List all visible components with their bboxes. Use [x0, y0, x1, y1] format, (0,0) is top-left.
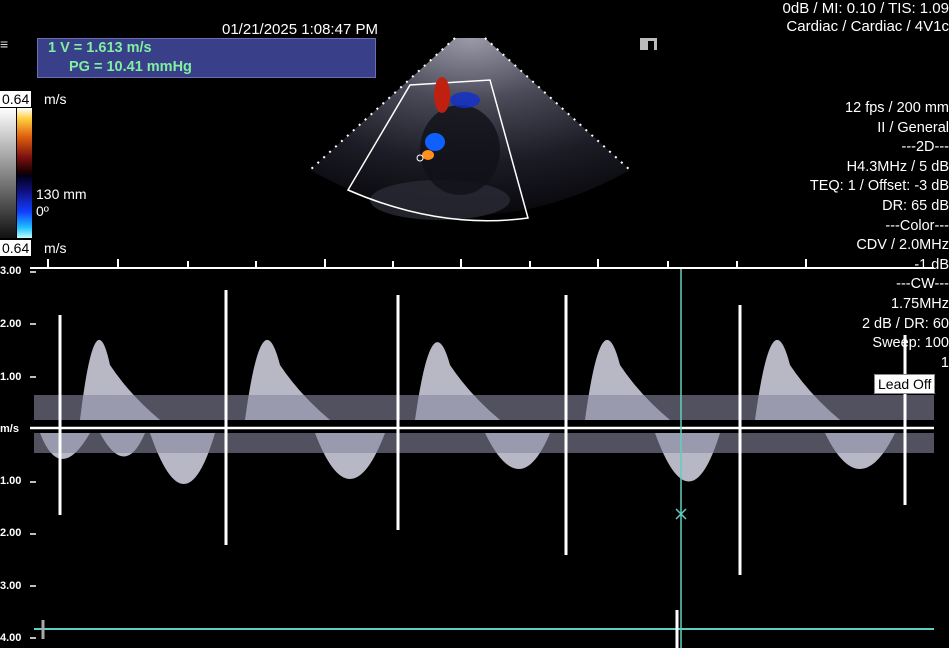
y-tick-label: 1.00 — [0, 371, 22, 383]
preset-line: Cardiac / Cardiac / 4V1c — [786, 18, 949, 35]
angle-readout: 0º — [36, 203, 49, 219]
param-line: ---Color--- — [885, 217, 949, 234]
color-velocity-scale — [17, 108, 32, 238]
param-line: Sweep: 100 — [872, 335, 949, 352]
grayscale-bar — [0, 108, 16, 238]
param-line: 2 dB / DR: 60 — [861, 315, 949, 332]
param-line: 1.75MHz — [890, 295, 949, 312]
param-line: 1 — [940, 354, 949, 371]
color-scale-unit-bottom: m/s — [44, 240, 67, 256]
param-line: ---CW--- — [896, 276, 949, 293]
probe-orientation-icon — [640, 38, 657, 50]
y-tick-label: 2.00 — [0, 318, 22, 330]
param-line: CDV / 2.0MHz — [856, 237, 949, 254]
param-line: -1 dB — [914, 256, 949, 273]
y-tick-label: 4.00 — [0, 632, 22, 644]
param-line: DR: 65 dB — [882, 197, 949, 214]
param-line: 12 fps / 200 mm — [845, 100, 949, 116]
acoustic-output-info: 0dB / MI: 0.10 / TIS: 1.09 Cardiac / Car… — [709, 0, 949, 36]
menu-icon[interactable]: ≡ — [0, 36, 8, 52]
param-line: ---2D--- — [901, 139, 949, 156]
velocity-measurement: 1 V = 1.613 m/s — [48, 40, 152, 56]
echo-sector-image — [309, 37, 631, 222]
param-line: TEQ: 1 / Offset: -3 dB — [809, 178, 949, 195]
y-tick-label: 2.00 — [0, 527, 22, 539]
y-tick-label: 3.00 — [0, 580, 22, 592]
color-scale-unit-top: m/s — [44, 91, 67, 107]
baseline-unit-label: m/s — [0, 423, 19, 435]
color-scale-max: 0.64 — [0, 91, 32, 107]
output-line: 0dB / MI: 0.10 / TIS: 1.09 — [782, 0, 949, 17]
y-tick-label: 3.00 — [0, 265, 22, 277]
param-line: II / General — [877, 119, 949, 136]
color-scale-min: 0.64 — [0, 240, 32, 256]
y-tick-label: 1.00 — [0, 475, 22, 487]
depth-readout: 130 mm — [36, 186, 87, 202]
ecg-lead-off-warning: Lead Off — [874, 374, 936, 394]
imaging-parameters: 12 fps / 200 mm II / General ---2D--- H4… — [799, 99, 949, 373]
pressure-gradient-measurement: PG = 10.41 mmHg — [69, 59, 192, 75]
param-line: H4.3MHz / 5 dB — [846, 158, 949, 175]
